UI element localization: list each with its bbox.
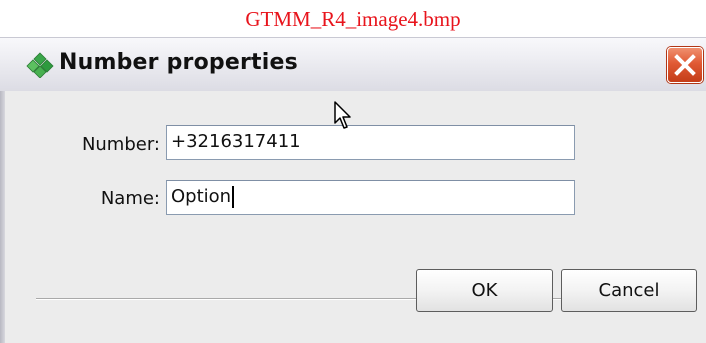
cancel-button[interactable]: Cancel (561, 269, 697, 312)
mouse-pointer-icon (334, 101, 354, 135)
number-field-value: +3216317411 (171, 131, 301, 152)
close-button[interactable] (667, 47, 703, 83)
dialog-title: Number properties (59, 50, 298, 75)
close-icon (674, 54, 696, 76)
title-bar[interactable]: Number properties (0, 37, 706, 91)
green-diamond-icon (25, 52, 55, 79)
number-field[interactable]: +3216317411 (166, 125, 575, 160)
image-filename-caption: GTMM_R4_image4.bmp (245, 7, 461, 31)
text-caret (232, 186, 235, 208)
number-label: Number: (81, 134, 160, 155)
number-properties-dialog: Number properties Number: +3216317411 Na… (0, 37, 706, 343)
ok-button[interactable]: OK (416, 269, 553, 312)
name-label: Name: (100, 188, 160, 209)
window-left-border (0, 91, 5, 343)
name-field[interactable]: Option (166, 180, 575, 215)
name-field-value: Option (171, 186, 232, 207)
